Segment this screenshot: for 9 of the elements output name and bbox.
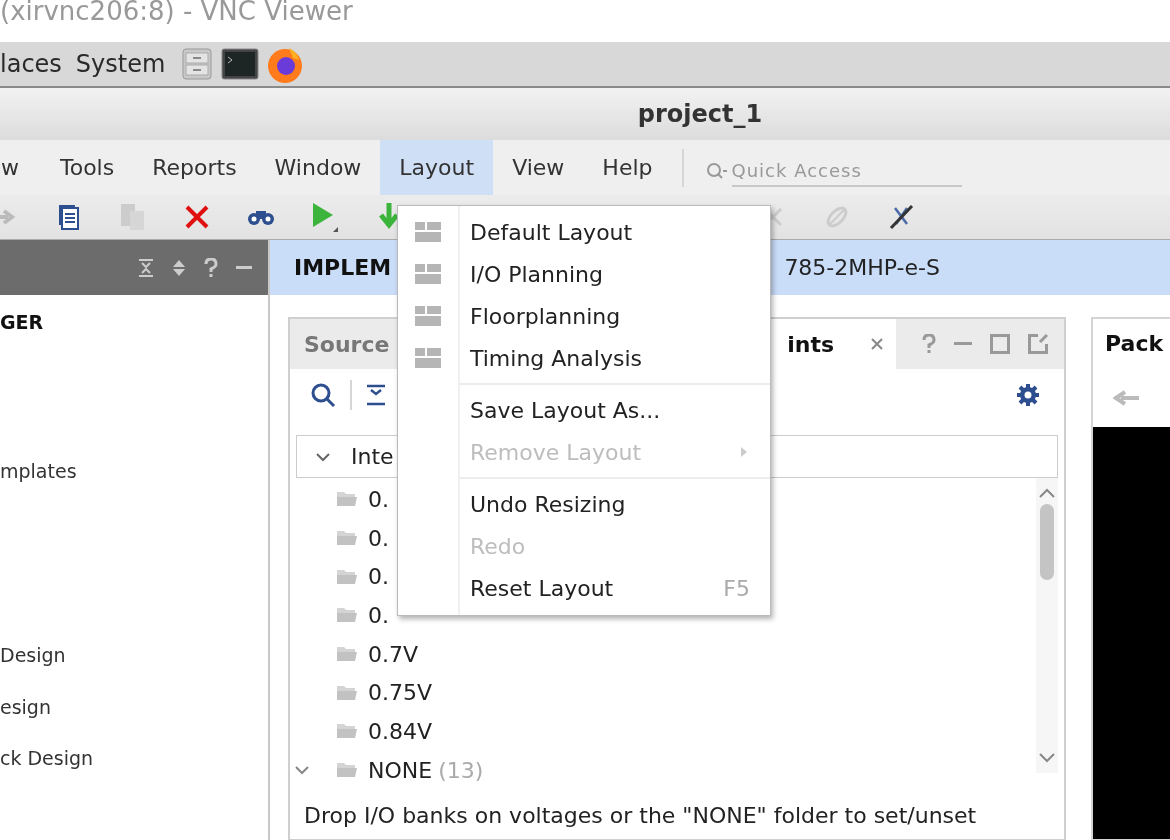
app-title: project_1 — [637, 100, 763, 128]
part-number: 785-2MHP-e-S — [784, 255, 940, 280]
tree-header-label: Inte — [351, 444, 394, 469]
hint-text: Drop I/O banks on voltages or the "NONE" folder to set/unset — [304, 803, 978, 828]
window-title: (xirvnc206:8) - VNC Viewer — [0, 0, 353, 25]
banner-title: IMPLEM — [293, 255, 392, 280]
navigator-item: GER — [0, 310, 45, 334]
shortcut-label: F5 — [723, 575, 751, 601]
item-count: (13) — [438, 757, 484, 783]
